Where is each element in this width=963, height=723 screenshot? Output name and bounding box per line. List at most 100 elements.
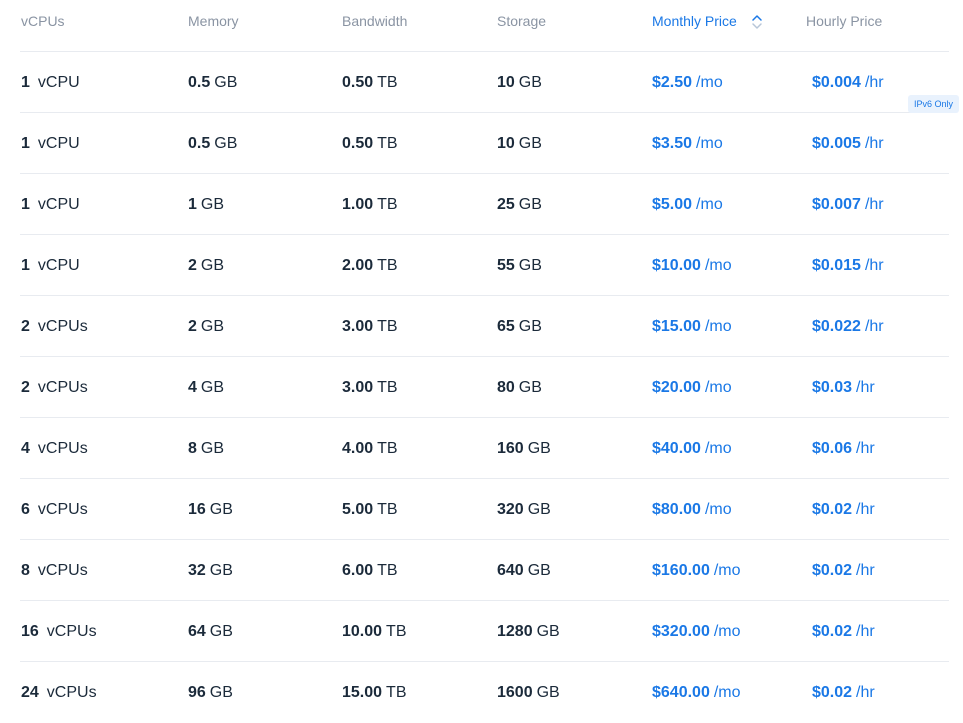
cell-bandwidth: 6.00 TB	[342, 561, 398, 581]
cell-memory: 0.5 GB	[188, 73, 237, 93]
cell-bandwidth: 10.00 TB	[342, 622, 407, 642]
table-row[interactable]: 2 vCPUs 2 GB 3.00 TB 65 GB $15.00/mo $0.022/…	[20, 296, 949, 357]
table-row[interactable]: 1 vCPU 0.5 GB 0.50 TB 10 GB $3.50/mo $0.005/…	[20, 113, 949, 174]
vcpu-count: 24	[21, 684, 39, 701]
table-header: vCPUs Memory Bandwidth Storage Monthly P…	[20, 0, 949, 52]
table-row[interactable]: 1 vCPU 0.5 GB 0.50 TB 10 GB $2.50/mo $0.004/…	[20, 52, 959, 113]
storage-unit: GB	[518, 257, 542, 274]
hourly-price-value: $0.02	[812, 562, 853, 579]
cell-storage: 55 GB	[497, 256, 542, 276]
bandwidth-value: 0.50	[342, 74, 374, 91]
monthly-price-value: $80.00	[652, 501, 701, 518]
cell-monthly-price: $80.00/mo	[652, 500, 732, 520]
vcpu-unit: vCPUs	[37, 501, 88, 518]
cell-vcpus: 2 vCPUs	[21, 378, 88, 398]
ipv6-only-badge: IPv6 Only	[907, 95, 959, 113]
cell-storage: 1280 GB	[497, 622, 560, 642]
header-storage[interactable]: Storage	[497, 13, 546, 29]
hourly-price-value: $0.004	[812, 74, 861, 91]
cell-hourly-price: $0.02/hr	[812, 683, 875, 703]
header-bandwidth[interactable]: Bandwidth	[342, 13, 407, 29]
memory-value: 64	[188, 623, 206, 640]
bandwidth-value: 5.00	[342, 501, 374, 518]
bandwidth-unit: TB	[386, 623, 407, 640]
header-hourly-price[interactable]: Hourly Price	[806, 13, 882, 29]
cell-vcpus: 1 vCPU	[21, 134, 80, 154]
cell-memory: 96 GB	[188, 683, 233, 703]
cell-bandwidth: 15.00 TB	[342, 683, 407, 703]
cell-hourly-price: $0.03/hr	[812, 378, 875, 398]
bandwidth-value: 4.00	[342, 440, 374, 457]
cell-memory: 0.5 GB	[188, 134, 237, 154]
header-vcpus[interactable]: vCPUs	[21, 13, 65, 29]
bandwidth-value: 10.00	[342, 623, 383, 640]
header-memory[interactable]: Memory	[188, 13, 239, 29]
vcpu-count: 8	[21, 562, 30, 579]
cell-monthly-price: $640.00/mo	[652, 683, 741, 703]
cell-monthly-price: $3.50/mo	[652, 134, 723, 154]
cell-hourly-price: $0.02/hr	[812, 561, 875, 581]
vcpu-unit: vCPUs	[37, 379, 88, 396]
table-row[interactable]: 6 vCPUs 16 GB 5.00 TB 320 GB $80.00/mo $0.02…	[20, 479, 949, 540]
hourly-price-unit: /hr	[864, 135, 884, 152]
table-row[interactable]: 24 vCPUs 96 GB 15.00 TB 1600 GB $640.00/mo $…	[20, 662, 949, 723]
header-monthly-price[interactable]: Monthly Price	[652, 13, 737, 29]
cell-vcpus: 4 vCPUs	[21, 439, 88, 459]
hourly-price-value: $0.015	[812, 257, 861, 274]
sort-chevron-icon[interactable]	[751, 14, 763, 30]
memory-value: 0.5	[188, 74, 211, 91]
table-body: 1 vCPU 0.5 GB 0.50 TB 10 GB $2.50/mo $0.004/…	[20, 52, 959, 723]
bandwidth-unit: TB	[377, 135, 398, 152]
memory-unit: GB	[214, 135, 238, 152]
bandwidth-value: 2.00	[342, 257, 374, 274]
vcpu-unit: vCPU	[37, 257, 80, 274]
vcpu-unit: vCPU	[37, 74, 80, 91]
storage-value: 160	[497, 440, 524, 457]
table-row[interactable]: 2 vCPUs 4 GB 3.00 TB 80 GB $20.00/mo $0.03/h…	[20, 357, 949, 418]
table-row[interactable]: 16 vCPUs 64 GB 10.00 TB 1280 GB $320.00/mo $…	[20, 601, 949, 662]
monthly-price-value: $320.00	[652, 623, 710, 640]
memory-value: 32	[188, 562, 206, 579]
cell-memory: 16 GB	[188, 500, 233, 520]
cell-memory: 64 GB	[188, 622, 233, 642]
cell-vcpus: 8 vCPUs	[21, 561, 88, 581]
storage-unit: GB	[536, 623, 560, 640]
vcpu-count: 2	[21, 379, 30, 396]
storage-value: 640	[497, 562, 524, 579]
hourly-price-unit: /hr	[864, 318, 884, 335]
cell-memory: 2 GB	[188, 317, 224, 337]
vcpu-count: 6	[21, 501, 30, 518]
vcpu-count: 16	[21, 623, 39, 640]
storage-value: 65	[497, 318, 515, 335]
cell-vcpus: 2 vCPUs	[21, 317, 88, 337]
cell-bandwidth: 2.00 TB	[342, 256, 398, 276]
table-row[interactable]: 4 vCPUs 8 GB 4.00 TB 160 GB $40.00/mo $0.06/…	[20, 418, 949, 479]
monthly-price-unit: /mo	[704, 501, 732, 518]
table-row[interactable]: 8 vCPUs 32 GB 6.00 TB 640 GB $160.00/mo $0.0…	[20, 540, 949, 601]
monthly-price-value: $40.00	[652, 440, 701, 457]
cell-hourly-price: $0.015/hr	[812, 256, 884, 276]
memory-value: 2	[188, 257, 197, 274]
table-row[interactable]: 1 vCPU 2 GB 2.00 TB 55 GB $10.00/mo $0.015/h…	[20, 235, 949, 296]
cell-bandwidth: 0.50 TB	[342, 134, 398, 154]
bandwidth-unit: TB	[386, 684, 407, 701]
pricing-table: vCPUs Memory Bandwidth Storage Monthly P…	[20, 0, 959, 723]
vcpu-unit: vCPUs	[37, 562, 88, 579]
cell-storage: 320 GB	[497, 500, 551, 520]
cell-storage: 1600 GB	[497, 683, 560, 703]
cell-hourly-price: $0.06/hr	[812, 439, 875, 459]
hourly-price-unit: /hr	[856, 562, 875, 579]
table-row[interactable]: 1 vCPU 1 GB 1.00 TB 25 GB $5.00/mo $0.007/hr	[20, 174, 949, 235]
memory-unit: GB	[209, 623, 233, 640]
monthly-price-unit: /mo	[696, 196, 723, 213]
memory-value: 4	[188, 379, 197, 396]
cell-vcpus: 24 vCPUs	[21, 683, 97, 703]
monthly-price-unit: /mo	[713, 623, 741, 640]
bandwidth-value: 6.00	[342, 562, 374, 579]
bandwidth-value: 3.00	[342, 379, 374, 396]
hourly-price-unit: /hr	[856, 684, 875, 701]
bandwidth-unit: TB	[377, 196, 398, 213]
monthly-price-value: $20.00	[652, 379, 701, 396]
cell-storage: 640 GB	[497, 561, 551, 581]
storage-unit: GB	[527, 501, 551, 518]
